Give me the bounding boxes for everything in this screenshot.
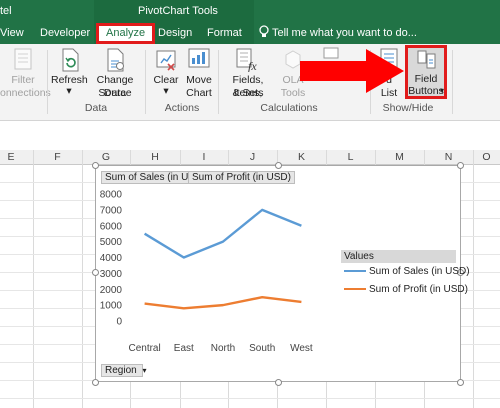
group-label-calculations: Calculations xyxy=(260,102,318,114)
tab-view[interactable]: View xyxy=(0,27,24,39)
series-line-0[interactable] xyxy=(143,208,302,259)
x-tick-label: South xyxy=(249,343,275,354)
tab-design[interactable]: Design xyxy=(158,27,192,39)
annotation-arrow-icon xyxy=(300,49,405,96)
formula-fx-icon: fx xyxy=(236,48,260,75)
x-tick-label: North xyxy=(211,343,235,354)
svg-text:fx: fx xyxy=(248,59,257,72)
chevron-down-icon: ▾ xyxy=(440,86,445,95)
group-label-actions: Actions xyxy=(164,102,200,114)
filter-label-2: onnections xyxy=(0,87,51,99)
change-data-source-icon xyxy=(105,48,125,75)
column-header-n[interactable]: N xyxy=(424,150,473,164)
grid-line xyxy=(33,150,34,408)
context-tool-title: PivotChart Tools xyxy=(138,5,218,17)
change-data-label-2: Source xyxy=(98,87,132,99)
y-tick-label: 6000 xyxy=(100,221,123,232)
legend-item-profit: Sum of Profit (in USD) xyxy=(344,284,468,295)
grid-line xyxy=(473,150,474,408)
legend-label-profit: Sum of Profit (in USD) xyxy=(369,284,468,295)
group-label-data: Data xyxy=(84,102,108,114)
move-chart-label-2: Chart xyxy=(186,87,212,99)
x-tick-label: West xyxy=(290,343,313,354)
column-header-j[interactable]: J xyxy=(228,150,277,164)
y-tick-label: 0 xyxy=(116,317,122,328)
y-tick-label: 3000 xyxy=(100,269,123,280)
column-header-g[interactable]: G xyxy=(82,150,130,164)
x-tick-label: East xyxy=(174,343,194,354)
grid-line xyxy=(82,150,83,408)
legend-title: Values xyxy=(341,250,456,263)
move-chart-icon xyxy=(188,48,210,75)
column-header-k[interactable]: K xyxy=(277,150,326,164)
field-buttons-icon xyxy=(417,50,437,75)
grid-line xyxy=(0,398,500,399)
y-tick-label: 8000 xyxy=(100,190,123,201)
y-tick-label: 7000 xyxy=(100,205,123,216)
column-header-m[interactable]: M xyxy=(375,150,424,164)
legend-swatch-profit xyxy=(344,288,366,291)
y-tick-label: 2000 xyxy=(100,285,123,296)
clear-icon xyxy=(156,48,178,75)
legend-swatch-sales xyxy=(344,270,366,273)
tab-developer[interactable]: Developer xyxy=(40,27,90,39)
group-divider xyxy=(452,50,453,114)
column-header-o[interactable]: O xyxy=(473,150,500,164)
column-header-l[interactable]: L xyxy=(326,150,375,164)
refresh-icon xyxy=(60,48,80,75)
series-line-1[interactable] xyxy=(144,295,302,310)
field-buttons-label-2: Buttons xyxy=(408,85,444,97)
column-header-f[interactable]: F xyxy=(33,150,82,164)
column-header-h[interactable]: H xyxy=(130,150,180,164)
legend-item-sales: Sum of Sales (in USD) xyxy=(344,266,470,277)
y-tick-label: 4000 xyxy=(100,253,123,264)
column-header-i[interactable]: I xyxy=(180,150,228,164)
filter-connections-icon xyxy=(14,48,32,73)
chevron-down-icon: ▾ xyxy=(163,85,169,97)
tab-format[interactable]: Format xyxy=(207,27,242,39)
legend-label-sales: Sum of Sales (in USD) xyxy=(369,266,470,277)
lightbulb-icon xyxy=(258,25,270,42)
chevron-down-icon: ▾ xyxy=(66,85,72,97)
filter-label-1: Filter xyxy=(11,74,35,86)
tab-analyze[interactable]: Analyze xyxy=(96,23,156,44)
app-title: tel xyxy=(0,5,12,17)
y-tick-label: 5000 xyxy=(100,237,123,248)
x-tick-label: Central xyxy=(128,343,160,354)
y-tick-label: 1000 xyxy=(100,301,123,312)
fields-items-label-2: & Sets xyxy=(232,87,264,99)
group-label-show-hide: Show/Hide xyxy=(382,102,434,114)
tell-me-search[interactable]: Tell me what you want to do... xyxy=(272,27,417,39)
move-chart-label-1: Move xyxy=(186,74,212,86)
column-header-e[interactable]: E xyxy=(0,150,22,164)
